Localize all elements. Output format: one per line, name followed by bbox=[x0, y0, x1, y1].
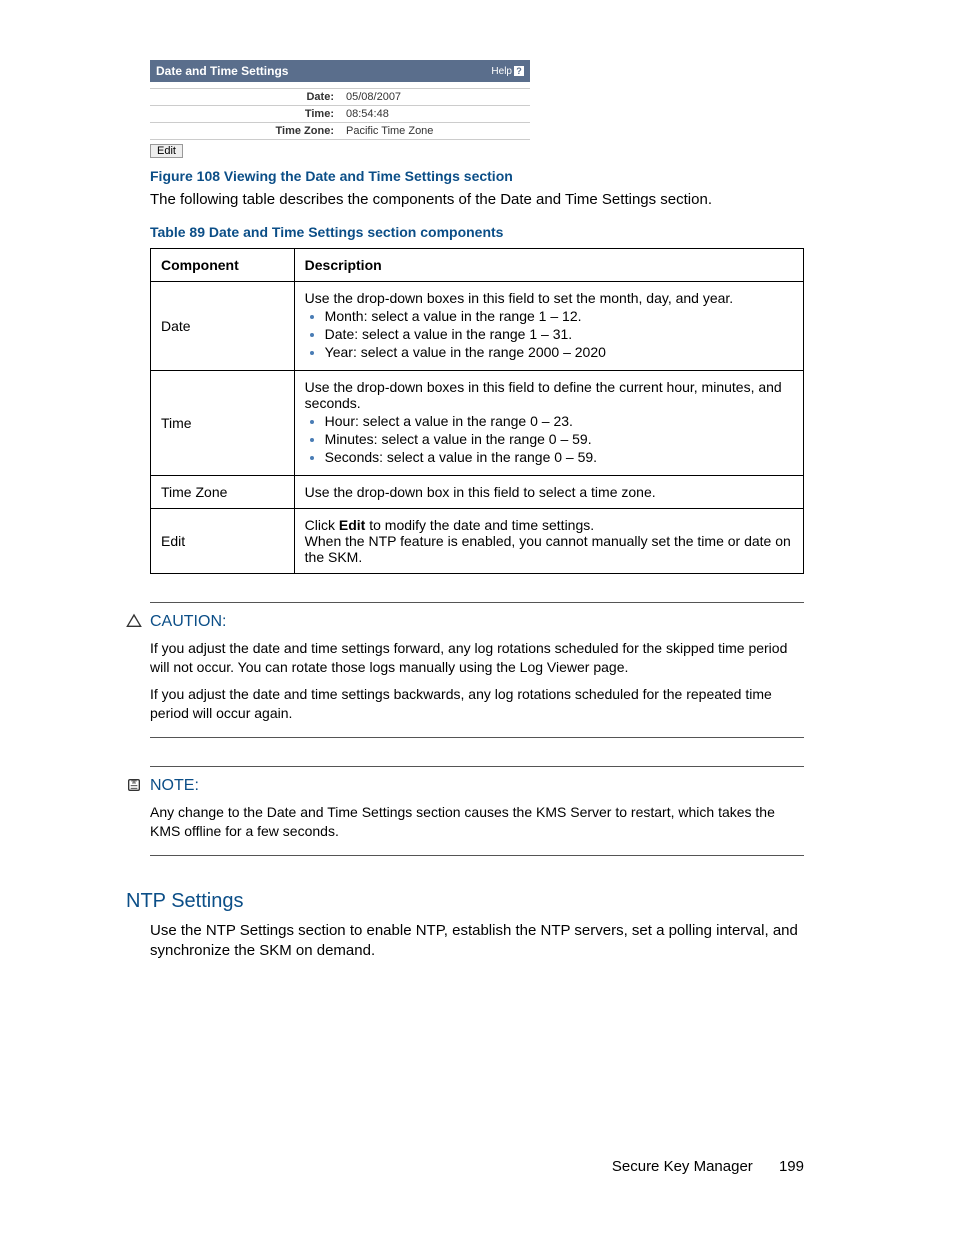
component-name: Edit bbox=[151, 509, 295, 574]
component-desc: Use the drop-down boxes in this field to… bbox=[294, 282, 803, 371]
component-name: Date bbox=[151, 282, 295, 371]
settings-screenshot: Date and Time Settings Help? Date: 05/08… bbox=[150, 60, 530, 158]
caution-icon bbox=[126, 613, 142, 629]
list-item: Date: select a value in the range 1 – 31… bbox=[325, 326, 793, 342]
component-desc: Use the drop-down boxes in this field to… bbox=[294, 371, 803, 476]
intro-text: The following table describes the compon… bbox=[150, 190, 804, 210]
page-footer: Secure Key Manager 199 bbox=[612, 1158, 804, 1175]
table-row: Date Use the drop-down boxes in this fie… bbox=[151, 282, 804, 371]
screenshot-row: Date: 05/08/2007 bbox=[150, 89, 530, 106]
component-name: Time Zone bbox=[151, 476, 295, 509]
footer-product: Secure Key Manager bbox=[612, 1158, 753, 1175]
col-header-description: Description bbox=[294, 249, 803, 282]
section-heading-ntp: NTP Settings bbox=[126, 890, 804, 913]
screenshot-row: Time Zone: Pacific Time Zone bbox=[150, 123, 530, 140]
screenshot-table: Date: 05/08/2007 Time: 08:54:48 Time Zon… bbox=[150, 88, 530, 140]
screenshot-value: 08:54:48 bbox=[340, 106, 530, 123]
components-table: Component Description Date Use the drop-… bbox=[150, 248, 804, 574]
note-title: NOTE: bbox=[150, 777, 804, 795]
screenshot-titlebar: Date and Time Settings Help? bbox=[150, 60, 530, 82]
table-row: Time Use the drop-down boxes in this fie… bbox=[151, 371, 804, 476]
screenshot-value: 05/08/2007 bbox=[340, 89, 530, 106]
note-text: Any change to the Date and Time Settings… bbox=[150, 803, 804, 841]
component-name: Time bbox=[151, 371, 295, 476]
figure-caption: Figure 108 Viewing the Date and Time Set… bbox=[150, 168, 804, 184]
screenshot-label: Date: bbox=[150, 89, 340, 106]
caution-block: CAUTION: If you adjust the date and time… bbox=[150, 602, 804, 738]
screenshot-title: Date and Time Settings bbox=[156, 64, 288, 78]
list-item: Month: select a value in the range 1 – 1… bbox=[325, 308, 793, 324]
note-block: NOTE: Any change to the Date and Time Se… bbox=[150, 766, 804, 856]
table-row: Time Zone Use the drop-down box in this … bbox=[151, 476, 804, 509]
note-icon bbox=[126, 777, 142, 793]
screenshot-label: Time: bbox=[150, 106, 340, 123]
ntp-body: Use the NTP Settings section to enable N… bbox=[150, 921, 804, 962]
help-icon: ? bbox=[514, 66, 524, 76]
list-item: Year: select a value in the range 2000 –… bbox=[325, 344, 793, 360]
screenshot-value: Pacific Time Zone bbox=[340, 123, 530, 140]
footer-page-number: 199 bbox=[779, 1158, 804, 1175]
table-row: Edit Click Edit to modify the date and t… bbox=[151, 509, 804, 574]
screenshot-row: Time: 08:54:48 bbox=[150, 106, 530, 123]
table-caption: Table 89 Date and Time Settings section … bbox=[150, 224, 804, 240]
caution-title: CAUTION: bbox=[150, 613, 804, 631]
col-header-component: Component bbox=[151, 249, 295, 282]
edit-button-screenshot: Edit bbox=[150, 144, 183, 158]
caution-text: If you adjust the date and time settings… bbox=[150, 639, 804, 677]
list-item: Minutes: select a value in the range 0 –… bbox=[325, 431, 793, 447]
screenshot-label: Time Zone: bbox=[150, 123, 340, 140]
list-item: Hour: select a value in the range 0 – 23… bbox=[325, 413, 793, 429]
list-item: Seconds: select a value in the range 0 –… bbox=[325, 449, 793, 465]
component-desc: Use the drop-down box in this field to s… bbox=[294, 476, 803, 509]
help-link: Help? bbox=[491, 66, 524, 77]
caution-text: If you adjust the date and time settings… bbox=[150, 685, 804, 723]
component-desc: Click Edit to modify the date and time s… bbox=[294, 509, 803, 574]
